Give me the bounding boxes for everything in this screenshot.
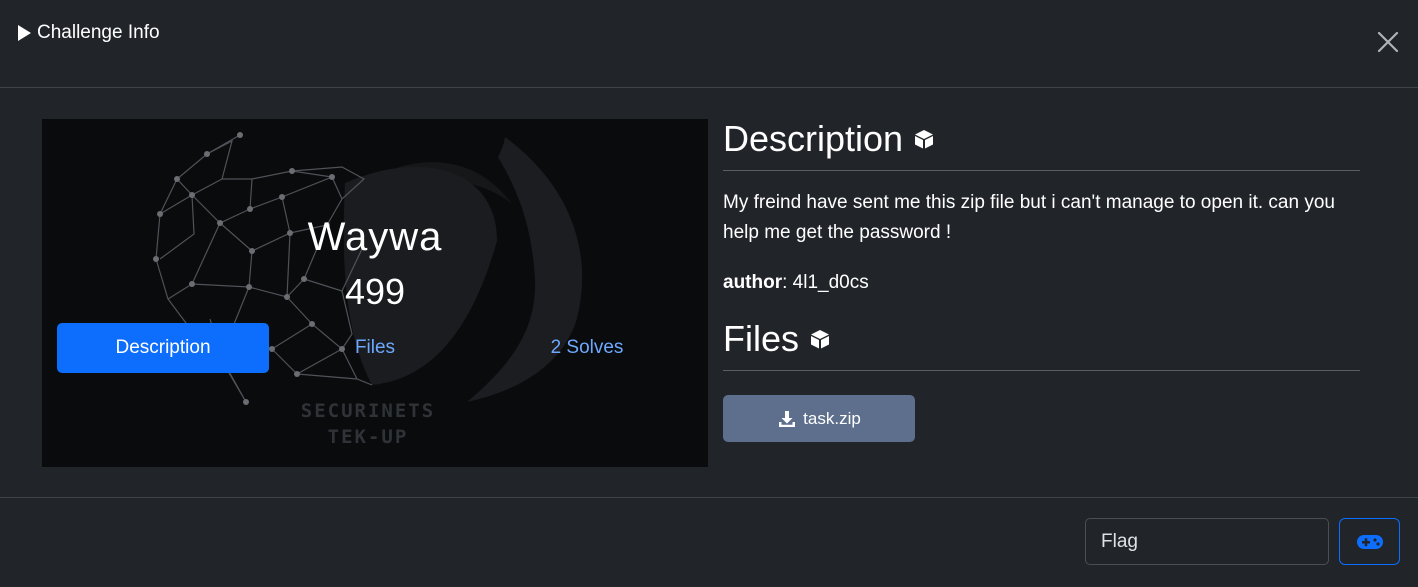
challenge-points: 499	[344, 271, 406, 312]
cube-icon	[915, 130, 934, 149]
close-icon[interactable]	[1376, 30, 1400, 54]
flag-input[interactable]	[1085, 518, 1329, 565]
download-task-zip-button[interactable]: task.zip	[723, 395, 915, 442]
description-heading: Description	[723, 118, 1360, 171]
author-label: author	[723, 272, 783, 293]
challenge-name: Waywa	[307, 215, 443, 259]
author-line: author: 4l1_d0cs	[723, 268, 1360, 298]
modal-title: Challenge Info	[16, 22, 160, 44]
banner-line-2: TEK-UP	[328, 426, 409, 448]
files-heading: Files	[723, 318, 1360, 371]
author-value: : 4l1_d0cs	[782, 272, 869, 293]
modal-header: Challenge Info	[0, 0, 1418, 88]
tab-description[interactable]: Description	[57, 323, 269, 373]
play-icon	[18, 25, 31, 41]
submit-flag-button[interactable]	[1339, 518, 1400, 565]
files-heading-text: Files	[723, 318, 800, 359]
gamepad-icon	[1356, 534, 1383, 549]
tab-files[interactable]: Files	[269, 323, 481, 373]
cube-icon	[811, 330, 830, 349]
challenge-banner: SECURINETS TEK-UP Waywa 499 Description …	[42, 119, 708, 467]
challenge-tabs: Description Files 2 Solves	[57, 323, 693, 373]
tab-solves[interactable]: 2 Solves	[481, 323, 693, 373]
footer-divider	[0, 497, 1418, 498]
modal-title-text: Challenge Info	[37, 22, 160, 43]
banner-line-1: SECURINETS	[301, 400, 435, 422]
file-name: task.zip	[803, 408, 861, 428]
download-icon	[779, 410, 796, 427]
description-panel: Description My freind have sent me this …	[723, 118, 1360, 371]
description-heading-text: Description	[723, 118, 904, 159]
description-text: My freind have sent me this zip file but…	[723, 192, 1335, 243]
